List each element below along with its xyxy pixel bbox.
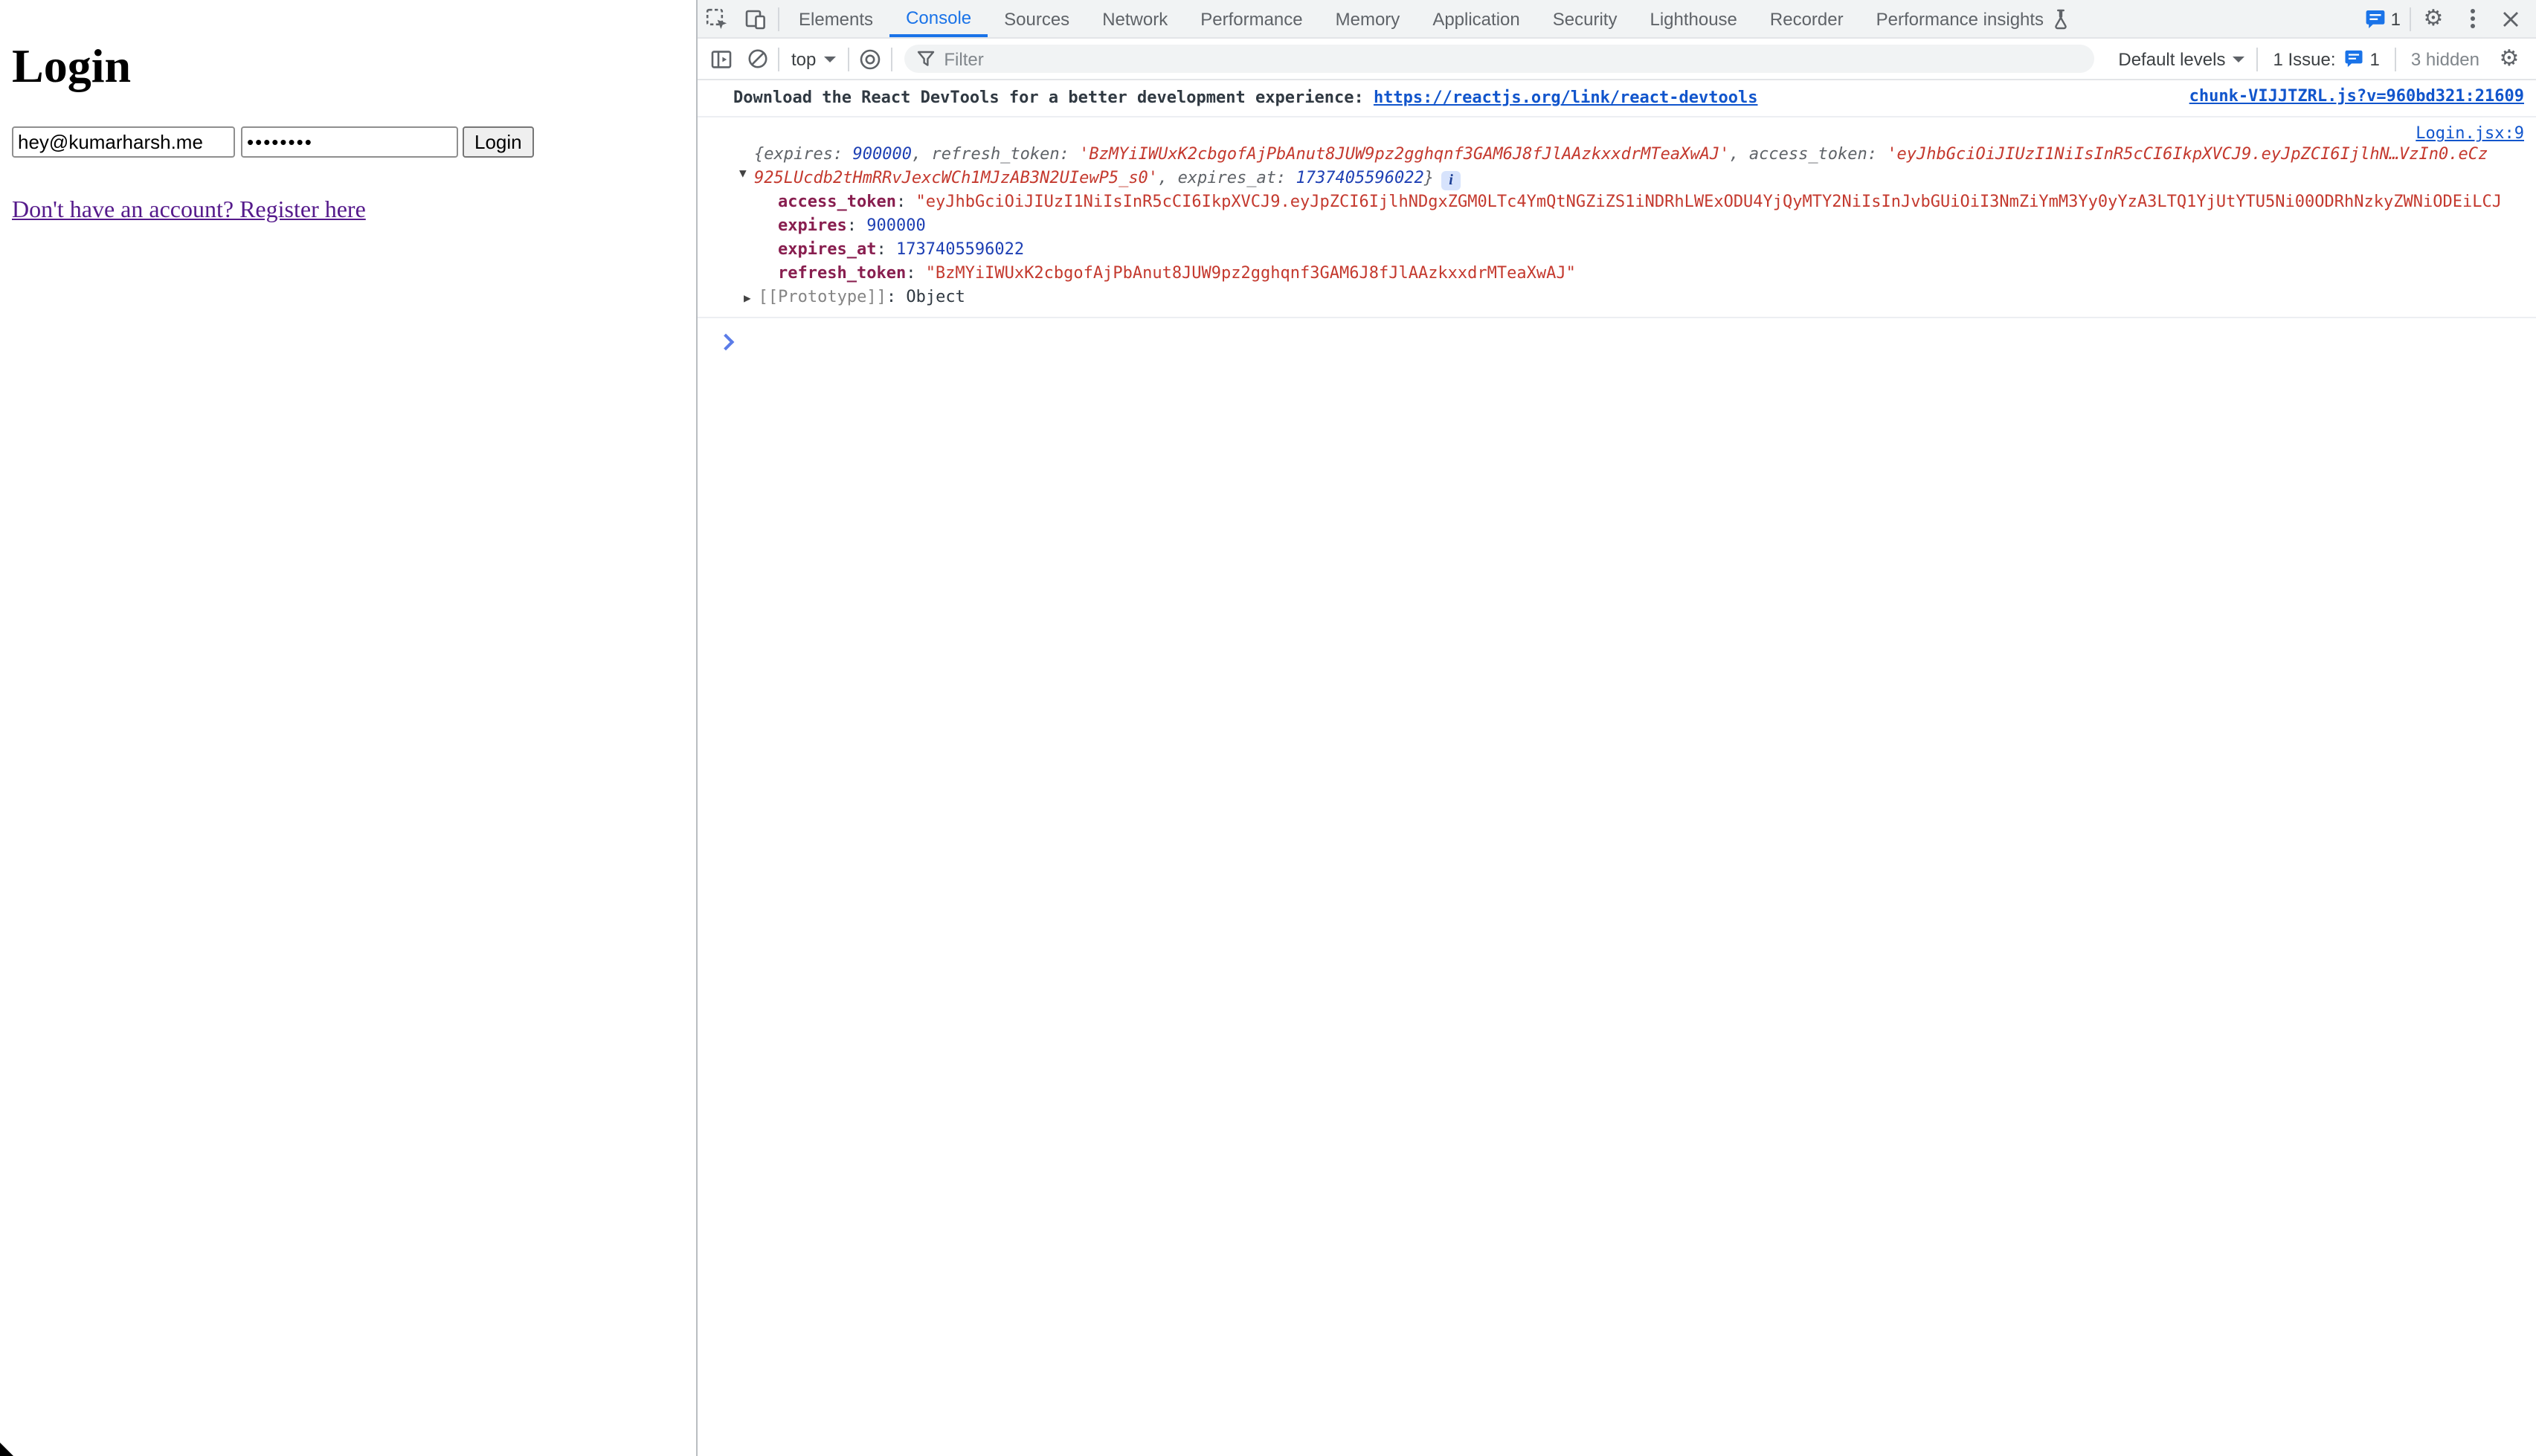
separator — [890, 47, 892, 71]
object-tree: {expires: 900000, refresh_token: 'BzMYiI… — [754, 143, 2524, 311]
console-prompt[interactable] — [698, 318, 2536, 355]
react-devtools-link[interactable]: https://reactjs.org/link/react-devtools — [1374, 88, 1758, 107]
flask-icon — [2051, 8, 2070, 29]
separator — [847, 47, 849, 71]
console-log-message: Login.jsx:9 ▼ {expires: 900000, refresh_… — [698, 117, 2536, 318]
issues-count: 1 — [2370, 48, 2380, 69]
funnel-icon — [915, 49, 935, 68]
tab-network[interactable]: Network — [1086, 0, 1184, 37]
login-form: Login — [12, 126, 683, 158]
context-label: top — [791, 48, 816, 69]
password-field[interactable] — [241, 126, 458, 158]
chevron-down-icon — [2233, 56, 2244, 62]
source-link[interactable]: Login.jsx:9 — [2416, 123, 2524, 144]
source-link[interactable]: chunk-VIJJTZRL.js?v=960bd321:21609 — [2189, 86, 2524, 107]
messages-bubble-icon[interactable] — [2366, 8, 2387, 29]
screen: Login Login Don't have an account? Regis… — [0, 0, 2536, 1456]
tab-lighthouse[interactable]: Lighthouse — [1633, 0, 1753, 37]
log-levels-selector[interactable]: Default levels — [2109, 48, 2253, 69]
console-toolbar: top Filter Default levels — [698, 39, 2536, 80]
inspect-element-icon[interactable] — [698, 0, 736, 37]
separator — [2410, 7, 2411, 30]
console-settings-gear-icon[interactable]: ⚙ — [2491, 48, 2527, 70]
live-expression-eye-icon[interactable] — [852, 47, 887, 71]
hidden-messages-label: 3 hidden — [2399, 48, 2491, 69]
separator — [2395, 47, 2396, 71]
tab-recorder[interactable]: Recorder — [1754, 0, 1860, 37]
console-info-message: chunk-VIJJTZRL.js?v=960bd321:21609 Downl… — [698, 80, 2536, 117]
page-title: Login — [12, 39, 683, 94]
tab-security[interactable]: Security — [1536, 0, 1634, 37]
info-badge-icon[interactable]: i — [1441, 171, 1461, 190]
expand-right-triangle-icon[interactable]: ▶ — [744, 291, 751, 305]
prompt-chevron-icon — [718, 334, 735, 351]
email-field[interactable] — [12, 126, 235, 158]
separator — [778, 47, 779, 71]
levels-label: Default levels — [2118, 48, 2225, 69]
tab-performance[interactable]: Performance — [1184, 0, 1319, 37]
settings-gear-icon[interactable]: ⚙ — [2414, 7, 2453, 30]
chevron-down-icon — [823, 56, 835, 62]
property-expires-at: expires_at: 1737405596022 — [778, 238, 2524, 262]
separator — [778, 7, 779, 30]
issues-button[interactable]: 1 Issue: 1 — [2261, 48, 2391, 69]
separator — [2256, 47, 2258, 71]
filter-input[interactable]: Filter — [904, 45, 2094, 73]
messages-count: 1 — [2391, 8, 2401, 29]
clear-console-icon[interactable] — [739, 48, 775, 70]
object-properties: access_token: "eyJhbGciOiJIUzI1NiIsInR5c… — [778, 190, 2524, 286]
tab-application[interactable]: Application — [1416, 0, 1536, 37]
expand-triangle-icon[interactable]: ▼ — [739, 167, 747, 180]
close-icon[interactable] — [2491, 10, 2530, 28]
issues-label: 1 Issue: — [2273, 48, 2335, 69]
console-messages: chunk-VIJJTZRL.js?v=960bd321:21609 Downl… — [698, 80, 2536, 355]
tab-elements[interactable]: Elements — [782, 0, 889, 37]
property-access-token: access_token: "eyJhbGciOiJIUzI1NiIsInR5c… — [778, 190, 2524, 214]
login-page: Login Login Don't have an account? Regis… — [0, 0, 695, 1456]
filter-placeholder: Filter — [944, 48, 983, 69]
prototype-row: ▶[[Prototype]]: Object — [744, 286, 2524, 311]
tab-sources[interactable]: Sources — [988, 0, 1086, 37]
execution-context-selector[interactable]: top — [782, 48, 844, 69]
property-refresh-token: refresh_token: "BzMYiIWUxK2cbgofAjPbAnut… — [778, 262, 2524, 286]
object-preview-line2: 925LUcdb2tHmRRvJexcWCh1MJzAB3N2UIewP5_s0… — [754, 167, 2524, 190]
object-preview-line1: {expires: 900000, refresh_token: 'BzMYiI… — [754, 143, 2524, 167]
tab-performance-insights-label: Performance insights — [1876, 8, 2044, 29]
login-button[interactable]: Login — [463, 126, 534, 158]
console-sidebar-toggle-icon[interactable] — [704, 47, 739, 71]
tab-performance-insights[interactable]: Performance insights — [1860, 0, 2087, 37]
register-link[interactable]: Don't have an account? Register here — [12, 198, 366, 223]
devtools-tabbar: Elements Console Sources Network Perform… — [698, 0, 2536, 39]
tab-console[interactable]: Console — [889, 0, 988, 37]
tab-memory[interactable]: Memory — [1319, 0, 1417, 37]
devtools-panel: Elements Console Sources Network Perform… — [696, 0, 2536, 1456]
info-message-text: Download the React DevTools for a better… — [733, 88, 1374, 107]
issues-bubble-icon — [2345, 49, 2364, 68]
more-options-icon[interactable] — [2453, 7, 2491, 30]
device-toolbar-icon[interactable] — [736, 0, 775, 37]
property-expires: expires: 900000 — [778, 214, 2524, 238]
tabbar-right-controls: 1 ⚙ — [2366, 0, 2536, 37]
mouse-cursor — [0, 1443, 13, 1456]
